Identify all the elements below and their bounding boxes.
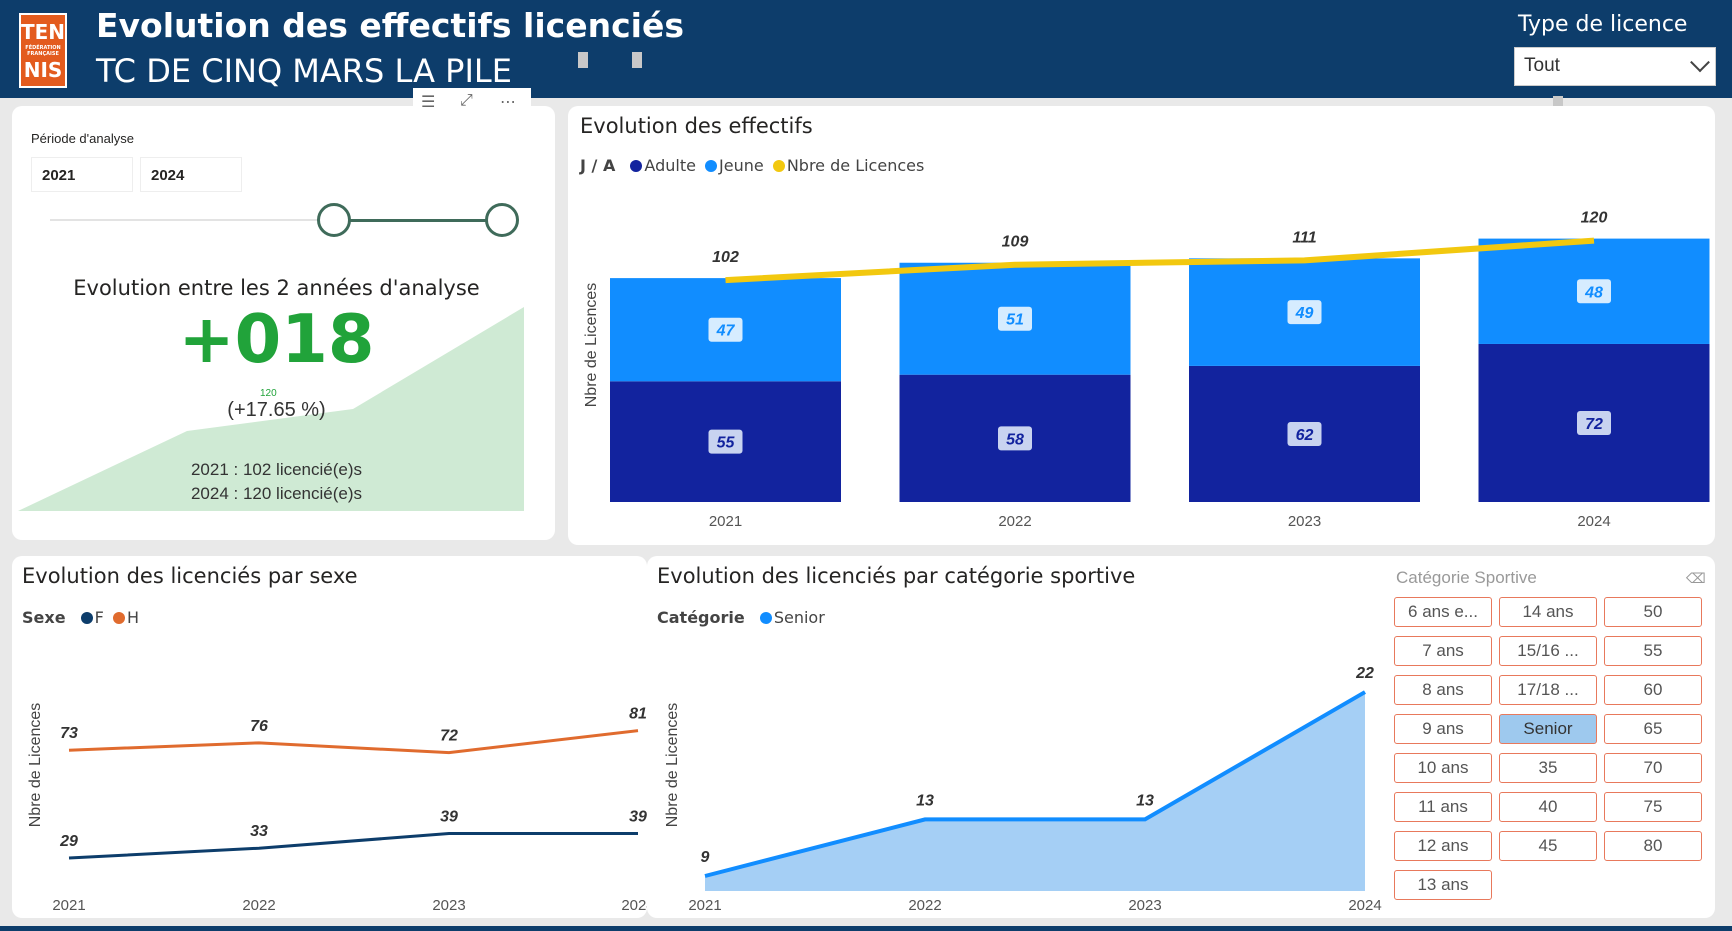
data-label-licences: 109 <box>1002 234 1029 251</box>
data-label-h: 73 <box>60 725 78 742</box>
legend-label-licences[interactable]: Nbre de Licences <box>787 156 924 175</box>
legend-title: Catégorie <box>657 608 745 627</box>
legend-dot-jeune <box>705 160 718 172</box>
data-label-senior: 9 <box>701 849 710 866</box>
category-option[interactable]: 9 ans <box>1394 714 1492 744</box>
area-senior-fill <box>705 692 1365 891</box>
sexe-legend: Sexe F H <box>22 608 139 627</box>
x-tick-label: 2023 <box>1128 897 1161 914</box>
data-label-adulte: 55 <box>717 435 736 452</box>
category-option[interactable]: 8 ans <box>1394 675 1492 705</box>
data-label-jeune: 48 <box>1584 284 1603 301</box>
categorie-legend: Catégorie Senior <box>657 608 825 627</box>
data-label-licences: 120 <box>1581 210 1608 227</box>
kpi-tiny-label: 120 <box>260 388 277 399</box>
y-axis-label: Nbre de Licences <box>664 703 681 828</box>
categorie-chart-title: Evolution des licenciés par catégorie sp… <box>657 564 1136 588</box>
category-slicer-title: Catégorie Sportive <box>1396 568 1537 587</box>
legend-dot-h <box>112 612 125 624</box>
legend-dot-senior <box>759 612 772 624</box>
data-label-f: 29 <box>59 833 78 850</box>
data-label-f: 33 <box>250 823 268 840</box>
line-h <box>68 729 639 755</box>
x-tick-label: 2021 <box>709 513 742 530</box>
x-tick-label: 2023 <box>432 897 465 914</box>
legend-dot-licences <box>772 160 785 172</box>
kpi-percent: (+17.65 %) <box>227 399 326 421</box>
data-label-jeune: 47 <box>716 323 736 340</box>
legend-label-f[interactable]: F <box>95 608 104 627</box>
legend-title: Sexe <box>22 608 66 627</box>
data-label-h: 72 <box>440 728 458 745</box>
data-label-h: 76 <box>250 718 268 735</box>
kpi-value: +018 <box>178 300 375 378</box>
x-tick-label: 2021 <box>688 897 721 914</box>
category-option[interactable]: 6 ans e... <box>1394 597 1492 627</box>
data-label-licences: 102 <box>712 249 739 266</box>
kpi-end-count: 2024 : 120 licencié(e)s <box>190 484 363 503</box>
x-tick-label: 2024 <box>621 897 647 914</box>
data-label-senior: 22 <box>1355 665 1374 682</box>
effectifs-legend: J / A Adulte Jeune Nbre de Licences <box>580 156 924 175</box>
category-option[interactable]: 40 <box>1499 792 1597 822</box>
sexe-chart-title: Evolution des licenciés par sexe <box>22 564 358 588</box>
legend-label-jeune[interactable]: Jeune <box>719 156 764 175</box>
category-option[interactable]: 10 ans <box>1394 753 1492 783</box>
category-option[interactable]: 35 <box>1499 753 1597 783</box>
kpi-title: Evolution entre les 2 années d'analyse <box>73 276 480 300</box>
line-licences <box>725 237 1595 284</box>
x-tick-label: 2022 <box>998 513 1031 530</box>
category-option[interactable]: 75 <box>1604 792 1702 822</box>
kpi-start-count: 2021 : 102 licencié(e)s <box>190 460 363 479</box>
categorie-area-chart: Nbre de Licences 9 13 13 22 2021 2022 2023 2024 <box>664 665 1382 914</box>
sexe-line-chart: Nbre de Licences 29 33 39 39 73 76 72 81 2021 2022… <box>27 703 647 914</box>
data-label-f: 39 <box>629 809 647 826</box>
category-option[interactable]: 14 ans <box>1499 597 1597 627</box>
x-tick-label: 2024 <box>1348 897 1381 914</box>
data-label-senior: 13 <box>1136 792 1154 809</box>
legend-label-h[interactable]: H <box>127 608 139 627</box>
category-option[interactable]: 45 <box>1499 831 1597 861</box>
category-option[interactable]: 17/18 ... <box>1499 675 1597 705</box>
category-option[interactable]: 70 <box>1604 753 1702 783</box>
data-label-senior: 13 <box>916 792 934 809</box>
category-option[interactable]: 80 <box>1604 831 1702 861</box>
category-option[interactable]: 60 <box>1604 675 1702 705</box>
data-label-h: 81 <box>629 706 647 723</box>
legend-dot-f <box>80 612 93 624</box>
y-axis-label: Nbre de Licences <box>583 283 600 408</box>
category-option[interactable]: 12 ans <box>1394 831 1492 861</box>
eraser-icon[interactable]: ⌫ <box>1686 570 1706 587</box>
data-label-f: 39 <box>440 809 458 826</box>
data-label-adulte: 72 <box>1585 416 1603 433</box>
x-tick-label: 2022 <box>908 897 941 914</box>
data-label-licences: 111 <box>1292 229 1316 246</box>
category-option[interactable]: 7 ans <box>1394 636 1492 666</box>
category-option[interactable]: 50 <box>1604 597 1702 627</box>
x-tick-label: 2024 <box>1577 513 1610 530</box>
data-label-jeune: 51 <box>1006 312 1024 329</box>
category-option[interactable]: Senior <box>1499 714 1597 744</box>
x-tick-label: 2023 <box>1288 513 1321 530</box>
x-tick-label: 2021 <box>52 897 85 914</box>
category-option[interactable]: 55 <box>1604 636 1702 666</box>
legend-dot-adulte <box>630 160 643 172</box>
effectifs-chart-title: Evolution des effectifs <box>580 114 813 138</box>
data-label-adulte: 62 <box>1296 427 1314 444</box>
legend-label-adulte[interactable]: Adulte <box>644 156 696 175</box>
y-axis-label: Nbre de Licences <box>27 703 44 828</box>
data-label-jeune: 49 <box>1295 305 1314 322</box>
category-option[interactable]: 13 ans <box>1394 870 1492 900</box>
legend-title: J / A <box>580 156 616 175</box>
x-tick-label: 2022 <box>242 897 275 914</box>
data-label-adulte: 58 <box>1006 431 1024 448</box>
effectifs-bar-chart: Nbre de Licences 55 47 2021 58 51 2022 62 49 2023… <box>583 204 1710 530</box>
line-f <box>68 832 638 860</box>
bottom-bar <box>0 926 1732 931</box>
legend-label-senior[interactable]: Senior <box>774 608 825 627</box>
category-option[interactable]: 65 <box>1604 714 1702 744</box>
category-option[interactable]: 11 ans <box>1394 792 1492 822</box>
category-option[interactable]: 15/16 ... <box>1499 636 1597 666</box>
